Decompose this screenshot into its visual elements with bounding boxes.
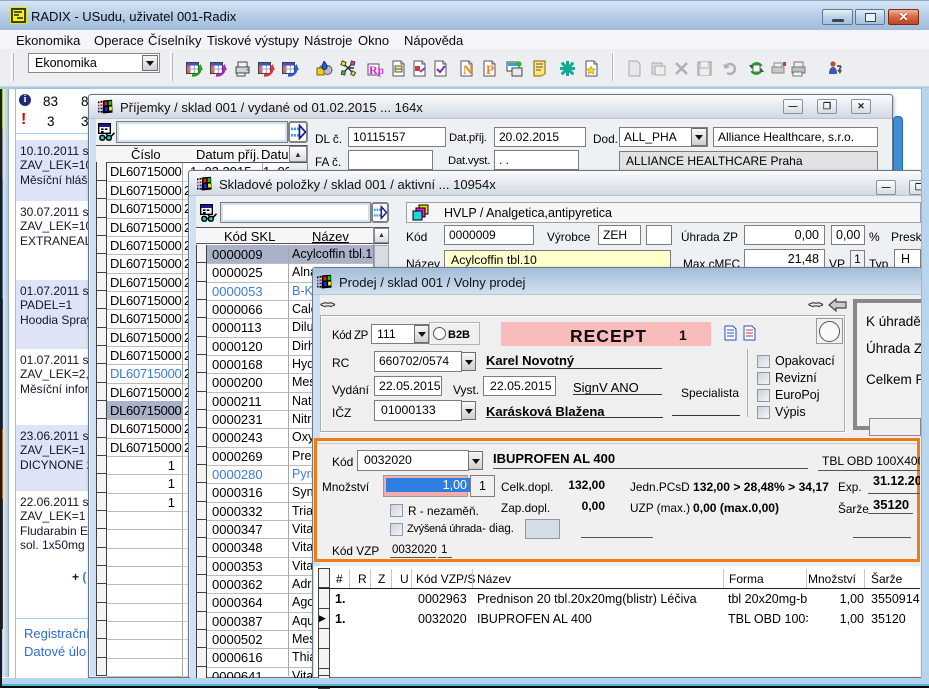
svg-text:Rp: Rp xyxy=(369,63,383,77)
svg-text:N: N xyxy=(463,62,473,77)
svg-text:P: P xyxy=(486,62,494,77)
